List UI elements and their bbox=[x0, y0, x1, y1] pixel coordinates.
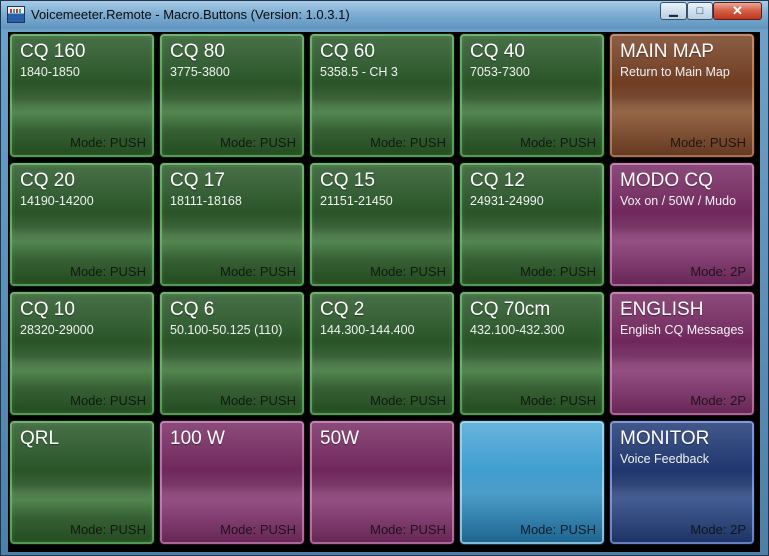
macro-button-mode: Mode: PUSH bbox=[520, 135, 596, 150]
macro-button-mode: Mode: PUSH bbox=[70, 522, 146, 537]
macro-button-subtitle: Return to Main Map bbox=[620, 65, 730, 79]
window-title: Voicemeeter.Remote - Macro.Buttons (Vers… bbox=[31, 7, 350, 22]
macro-button-mode: Mode: PUSH bbox=[220, 264, 296, 279]
macro-button[interactable]: CQ 10 28320-29000 Mode: PUSH bbox=[9, 291, 155, 416]
macro-button-subtitle: 432.100-432.300 bbox=[470, 323, 565, 337]
macro-button-subtitle: 5358.5 - CH 3 bbox=[320, 65, 398, 79]
macro-button-mode: Mode: PUSH bbox=[370, 135, 446, 150]
macro-button-subtitle: 21151-21450 bbox=[320, 194, 393, 208]
macro-button[interactable]: 50W Mode: PUSH bbox=[309, 420, 455, 545]
voicemeeter-app-icon[interactable] bbox=[7, 6, 25, 23]
macro-button-title: CQ 160 bbox=[20, 41, 86, 62]
macro-button-title: CQ 20 bbox=[20, 170, 75, 191]
maximize-button[interactable]: □ bbox=[687, 2, 713, 20]
macro-button-mode: Mode: PUSH bbox=[370, 264, 446, 279]
macro-button-mode: Mode: PUSH bbox=[520, 393, 596, 408]
macro-button-title: CQ 6 bbox=[170, 299, 215, 320]
macro-button-subtitle: 18111-18168 bbox=[170, 194, 242, 208]
macro-button[interactable]: QRL Mode: PUSH bbox=[9, 420, 155, 545]
macro-button-title: QRL bbox=[20, 428, 60, 449]
macro-button-subtitle: 50.100-50.125 (110) bbox=[170, 323, 283, 337]
macro-button-subtitle: Vox on / 50W / Mudo bbox=[620, 194, 737, 208]
macro-button[interactable]: CQ 40 7053-7300 Mode: PUSH bbox=[459, 33, 605, 158]
macro-button[interactable]: CQ 60 5358.5 - CH 3 Mode: PUSH bbox=[309, 33, 455, 158]
macro-button-subtitle: English CQ Messages bbox=[620, 323, 744, 337]
macro-button-mode: Mode: PUSH bbox=[370, 393, 446, 408]
macro-button[interactable]: 100 W Mode: PUSH bbox=[159, 420, 305, 545]
macro-button[interactable]: CQ 15 21151-21450 Mode: PUSH bbox=[309, 162, 455, 287]
macro-button-title: CQ 15 bbox=[320, 170, 375, 191]
macro-button[interactable]: MAIN MAP Return to Main Map Mode: PUSH bbox=[609, 33, 755, 158]
macro-button-title: CQ 70cm bbox=[470, 299, 551, 320]
macro-button-subtitle: 7053-7300 bbox=[470, 65, 530, 79]
macro-button-mode: Mode: PUSH bbox=[220, 135, 296, 150]
macro-button-mode: Mode: PUSH bbox=[520, 264, 596, 279]
macro-button-title: MODO CQ bbox=[620, 170, 713, 191]
macro-button[interactable]: CQ 80 3775-3800 Mode: PUSH bbox=[159, 33, 305, 158]
macro-button-subtitle: 28320-29000 bbox=[20, 323, 94, 337]
macro-button-mode: Mode: PUSH bbox=[520, 522, 596, 537]
macro-button-grid: CQ 160 1840-1850 Mode: PUSH CQ 80 3775-3800 M… bbox=[8, 32, 760, 552]
macro-button[interactable]: ENGLISH English CQ Messages Mode: 2P bbox=[609, 291, 755, 416]
macro-button-subtitle: Voice Feedback bbox=[620, 452, 709, 466]
macro-button[interactable]: CQ 17 18111-18168 Mode: PUSH bbox=[159, 162, 305, 287]
macro-button[interactable]: CQ 12 24931-24990 Mode: PUSH bbox=[459, 162, 605, 287]
macro-button-mode: Mode: 2P bbox=[690, 393, 746, 408]
macro-button-subtitle: 14190-14200 bbox=[20, 194, 94, 208]
macro-button-title: CQ 12 bbox=[470, 170, 525, 191]
macro-button[interactable]: CQ 70cm 432.100-432.300 Mode: PUSH bbox=[459, 291, 605, 416]
macro-button-mode: Mode: PUSH bbox=[370, 522, 446, 537]
macro-button-subtitle: 1840-1850 bbox=[20, 65, 80, 79]
macro-button[interactable]: Mode: PUSH bbox=[459, 420, 605, 545]
macro-button-subtitle: 144.300-144.400 bbox=[320, 323, 415, 337]
macro-button-title: CQ 10 bbox=[20, 299, 75, 320]
macro-button[interactable]: MONITOR Voice Feedback Mode: 2P bbox=[609, 420, 755, 545]
macro-button-title: CQ 2 bbox=[320, 299, 365, 320]
macro-button-title: 100 W bbox=[170, 428, 225, 449]
macro-button-title: MONITOR bbox=[620, 428, 710, 449]
macro-button-title: CQ 17 bbox=[170, 170, 225, 191]
macro-button-mode: Mode: PUSH bbox=[220, 522, 296, 537]
app-window: Voicemeeter.Remote - Macro.Buttons (Vers… bbox=[0, 0, 769, 556]
macro-button-mode: Mode: PUSH bbox=[220, 393, 296, 408]
macro-button-title: CQ 80 bbox=[170, 41, 225, 62]
macro-button[interactable]: CQ 6 50.100-50.125 (110) Mode: PUSH bbox=[159, 291, 305, 416]
macro-button-subtitle: 3775-3800 bbox=[170, 65, 230, 79]
macro-button-mode: Mode: 2P bbox=[690, 264, 746, 279]
macro-button-mode: Mode: 2P bbox=[690, 522, 746, 537]
macro-button-title: ENGLISH bbox=[620, 299, 704, 320]
macro-button[interactable]: CQ 20 14190-14200 Mode: PUSH bbox=[9, 162, 155, 287]
macro-button[interactable]: MODO CQ Vox on / 50W / Mudo Mode: 2P bbox=[609, 162, 755, 287]
close-button[interactable]: ✕ bbox=[713, 2, 762, 20]
macro-button[interactable]: CQ 160 1840-1850 Mode: PUSH bbox=[9, 33, 155, 158]
title-bar[interactable]: Voicemeeter.Remote - Macro.Buttons (Vers… bbox=[1, 1, 768, 29]
macro-button-title: 50W bbox=[320, 428, 360, 449]
macro-button-mode: Mode: PUSH bbox=[670, 135, 746, 150]
minimize-button[interactable]: ▁ bbox=[660, 2, 687, 20]
macro-button-mode: Mode: PUSH bbox=[70, 393, 146, 408]
macro-button-subtitle: 24931-24990 bbox=[470, 194, 544, 208]
macro-button-mode: Mode: PUSH bbox=[70, 135, 146, 150]
macro-button[interactable]: CQ 2 144.300-144.400 Mode: PUSH bbox=[309, 291, 455, 416]
macro-button-title: MAIN MAP bbox=[620, 41, 714, 62]
macro-button-title: CQ 60 bbox=[320, 41, 375, 62]
macro-button-title: CQ 40 bbox=[470, 41, 525, 62]
macro-button-mode: Mode: PUSH bbox=[70, 264, 146, 279]
